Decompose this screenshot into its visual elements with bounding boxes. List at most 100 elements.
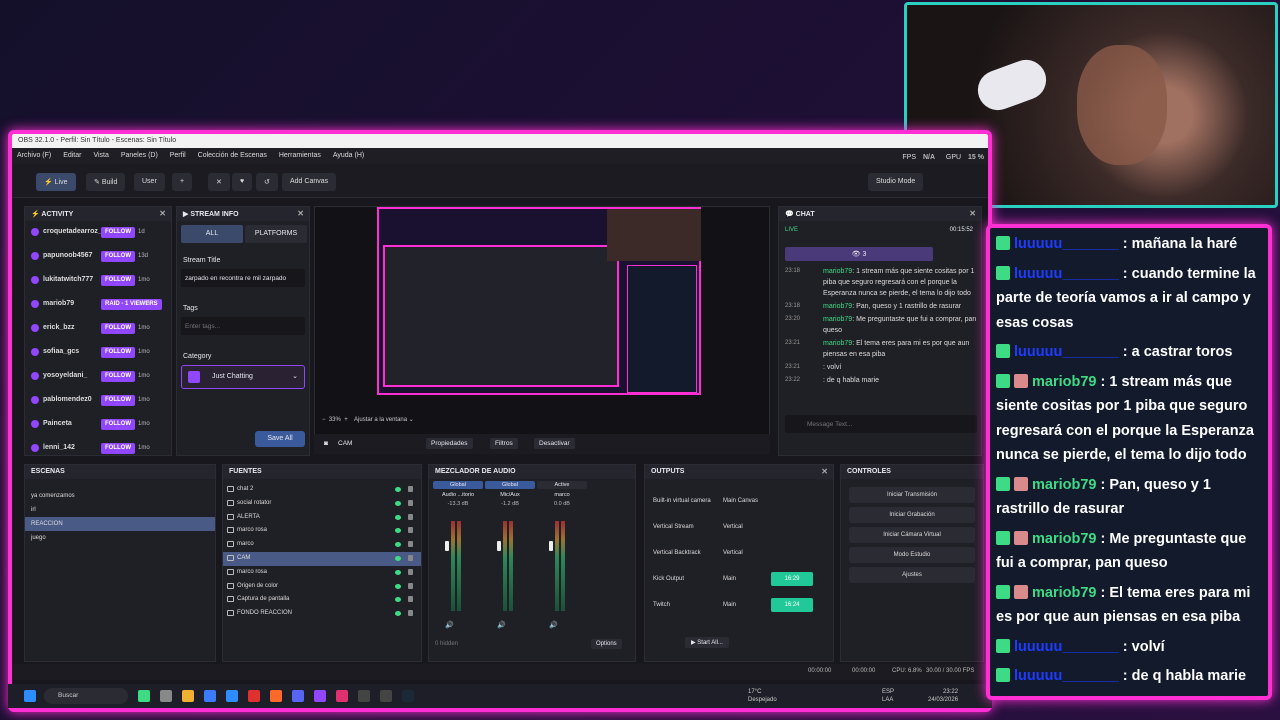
scene-item[interactable]: irl (25, 503, 215, 517)
tags-input[interactable]: Enter tags... (181, 317, 305, 335)
output-live-status[interactable]: 16:29 (771, 572, 813, 586)
activity-item[interactable]: pablomendez0 FOLLOW 1mo (25, 389, 171, 413)
add-canvas-button[interactable]: Add Canvas (282, 173, 337, 191)
deactivate-button[interactable]: Desactivar (534, 438, 575, 449)
app-icon[interactable] (380, 690, 392, 702)
activity-item[interactable]: croquetadearroz_ FOLLOW 1d (25, 221, 171, 245)
chat-user[interactable]: mariob79 (823, 268, 852, 275)
opera-icon[interactable] (248, 690, 260, 702)
menu-view[interactable]: Vista (88, 148, 113, 163)
live-button[interactable]: ⚡ Live (36, 173, 76, 191)
lock-icon[interactable] (408, 541, 413, 548)
visibility-icon[interactable] (395, 555, 401, 561)
source-item[interactable]: Origen de color (223, 580, 421, 594)
scene-item[interactable]: REACCION (25, 517, 215, 531)
visibility-icon[interactable] (395, 487, 401, 492)
activity-item[interactable]: Painceta FOLLOW 1mo (25, 413, 171, 437)
activity-item[interactable]: lukitatwitch777 FOLLOW 1mo (25, 269, 171, 293)
output-live-status[interactable]: 16:24 (771, 598, 813, 612)
volume-slider[interactable] (497, 541, 501, 551)
tab-platforms[interactable]: PLATFORMS (245, 225, 307, 243)
lock-icon[interactable] (408, 499, 413, 506)
menu-tools[interactable]: Herramientas (274, 148, 326, 163)
control-button[interactable]: Iniciar Cámara Virtual (849, 527, 975, 543)
activity-item[interactable]: mariob79 RAID - 1 VIEWERS 1mo (25, 293, 171, 317)
source-item[interactable]: ALERTA (223, 511, 421, 525)
chat-user[interactable]: mariob79 (823, 303, 852, 310)
chat-user[interactable]: mariob79 (823, 316, 852, 323)
speaker-icon[interactable]: 🔊 (549, 621, 558, 629)
start-all-button[interactable]: ▶ Start All... (685, 637, 729, 648)
heart-icon[interactable]: ♥ (232, 173, 253, 191)
user-button[interactable]: User (134, 173, 165, 191)
volume-slider[interactable] (549, 541, 553, 551)
app-icon[interactable] (336, 690, 348, 702)
lock-icon[interactable] (408, 610, 413, 617)
source-item[interactable]: CAM (223, 551, 421, 566)
undo-icon[interactable]: ↺ (256, 173, 278, 191)
studio-mode-button[interactable]: Studio Mode (868, 173, 924, 191)
control-button[interactable]: Iniciar Transmisión (849, 487, 975, 503)
lock-icon[interactable] (408, 568, 413, 575)
fit-select[interactable]: Ajustar a la ventana (354, 417, 407, 423)
windows-start-icon[interactable] (24, 690, 36, 702)
source-item[interactable]: social rotator (223, 497, 421, 511)
filters-button[interactable]: Filtros (490, 438, 518, 449)
scene-item[interactable]: juego (25, 531, 215, 545)
stream-title-input[interactable]: zarpado en recontra re mil zarpado (181, 269, 305, 287)
chat-input[interactable]: Message Text... (785, 415, 977, 433)
lock-icon[interactable] (408, 554, 413, 561)
control-button[interactable]: Iniciar Grabación (849, 507, 975, 523)
speaker-icon[interactable]: 🔊 (445, 621, 454, 629)
activity-item[interactable]: sofiaa_gcs FOLLOW 1mo (25, 341, 171, 365)
brave-icon[interactable] (270, 690, 282, 702)
mixer-options-button[interactable]: Options (591, 639, 622, 649)
tools-icon[interactable]: ✕ (208, 173, 230, 191)
visibility-icon[interactable] (395, 569, 401, 575)
menu-edit[interactable]: Editar (58, 148, 86, 163)
zoom-level[interactable]: 33% (329, 417, 341, 423)
control-button[interactable]: Ajustes (849, 567, 975, 583)
source-item[interactable]: FONDO REACCION (223, 607, 421, 621)
visibility-icon[interactable] (395, 514, 401, 520)
source-item[interactable]: marco rosa (223, 566, 421, 580)
tab-all[interactable]: ALL (181, 225, 243, 243)
menu-profile[interactable]: Perfil (165, 148, 191, 163)
scene-item[interactable]: ya comenzamos (25, 489, 215, 503)
activity-item[interactable]: papunoob4567 FOLLOW 13d (25, 245, 171, 269)
source-item[interactable]: chat 2 (223, 483, 421, 497)
app-icon[interactable] (314, 690, 326, 702)
speaker-icon[interactable]: 🔊 (497, 621, 506, 629)
channel-name[interactable]: marco (537, 492, 587, 498)
activity-item[interactable]: lenni_142 FOLLOW 1mo (25, 437, 171, 461)
activity-item[interactable]: yosoyeldani_ FOLLOW 1mo (25, 365, 171, 389)
app-icon[interactable] (204, 690, 216, 702)
app-icon[interactable] (358, 690, 370, 702)
menu-scene-collection[interactable]: Colección de Escenas (193, 148, 272, 163)
edge-icon[interactable] (226, 690, 238, 702)
source-item[interactable]: marco (223, 538, 421, 552)
source-item[interactable]: marco rosa (223, 524, 421, 538)
close-icon[interactable]: ✕ (159, 209, 166, 218)
visibility-icon[interactable] (395, 611, 401, 617)
visibility-icon[interactable] (395, 583, 401, 589)
menu-docks[interactable]: Paneles (D) (116, 148, 163, 163)
channel-name[interactable]: Audio ...itorio (433, 492, 483, 498)
close-icon[interactable]: ✕ (297, 209, 304, 218)
lock-icon[interactable] (408, 513, 413, 520)
clock[interactable]: 23:22 24/03/2026 (928, 688, 958, 704)
volume-slider[interactable] (445, 541, 449, 551)
lock-icon[interactable] (408, 582, 413, 589)
lock-icon[interactable] (408, 596, 413, 603)
folder-icon[interactable] (182, 690, 194, 702)
menu-file[interactable]: Archivo (F) (12, 148, 56, 163)
chat-user[interactable]: mariob79 (823, 340, 852, 347)
weather-widget[interactable]: 17°C Despejado (748, 688, 777, 704)
category-select[interactable]: Just Chatting ⌄ (181, 365, 305, 389)
save-all-button[interactable]: Save All (255, 431, 305, 447)
language-indicator[interactable]: ESP LAA (882, 688, 894, 704)
visibility-icon[interactable] (395, 500, 401, 506)
activity-item[interactable]: erick_bzz FOLLOW 1mo (25, 317, 171, 341)
taskbar-search[interactable]: Buscar (44, 688, 128, 704)
lock-icon[interactable] (408, 486, 413, 492)
